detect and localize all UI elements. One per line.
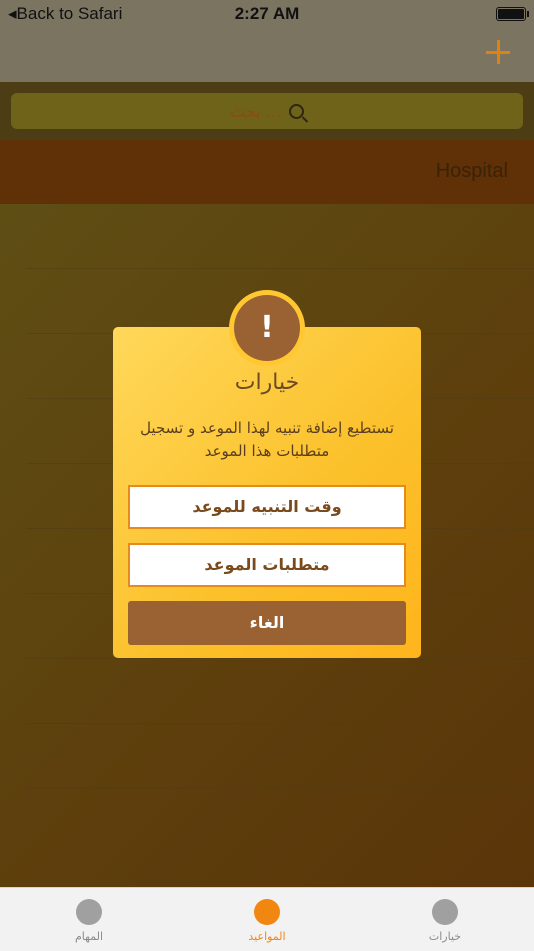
row-divider: [26, 268, 534, 269]
tab-label: المهام: [75, 930, 103, 943]
search-icon: [288, 103, 304, 119]
requirements-button[interactable]: متطلبات الموعد: [128, 543, 406, 587]
alert-badge: !: [229, 290, 305, 366]
dialog-message: تستطيع إضافة تنبيه لهذا الموعد و تسجيل م…: [140, 419, 394, 460]
search-input[interactable]: بحث ...: [11, 93, 523, 129]
tab-tasks[interactable]: المهام: [29, 888, 149, 951]
nav-bar: [0, 28, 534, 82]
battery-icon: [496, 7, 526, 21]
dialog-title: خيارات: [234, 370, 300, 395]
add-icon[interactable]: [484, 38, 512, 66]
list-section-header[interactable]: Hospital: [0, 140, 534, 204]
exclamation-icon: !: [234, 295, 300, 361]
tab-label: خيارات: [428, 930, 462, 943]
tab-appointments[interactable]: المواعيد: [207, 888, 327, 951]
search-area: بحث ...: [0, 82, 534, 140]
row-divider: [26, 723, 534, 724]
circle-icon: [76, 899, 102, 925]
status-bar: ◂Back to Safari 2:27 AM: [0, 0, 534, 28]
section-header-label: Hospital: [435, 160, 508, 182]
status-time: 2:27 AM: [234, 4, 300, 23]
circle-icon: [432, 899, 458, 925]
options-dialog: خيارات تستطيع إضافة تنبيه لهذا الموعد و …: [113, 327, 421, 658]
tab-label: المواعيد: [248, 930, 286, 943]
battery-nub: [527, 11, 529, 17]
row-divider: [26, 788, 534, 789]
search-placeholder: بحث ...: [230, 101, 281, 121]
tab-bar: المهام المواعيد خيارات: [0, 887, 534, 951]
row-divider: [26, 658, 534, 659]
circle-icon: [254, 899, 280, 925]
tab-options[interactable]: خيارات: [385, 888, 505, 951]
alert-time-button[interactable]: وقت التنبيه للموعد: [128, 485, 406, 529]
cancel-button[interactable]: الغاء: [128, 601, 406, 645]
